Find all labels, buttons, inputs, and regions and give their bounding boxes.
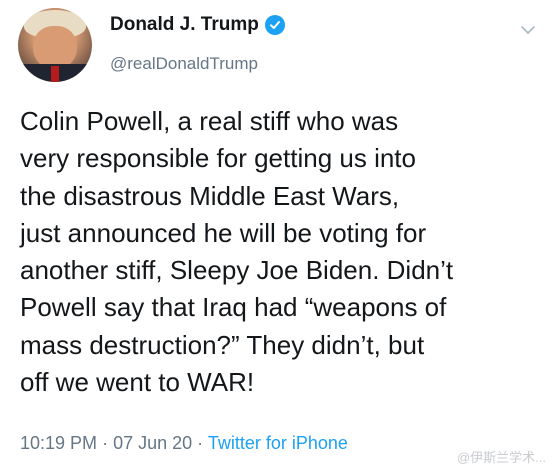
tweet-card: Donald J. Trump @realDonaldTrump Colin P… xyxy=(0,0,554,472)
meta-separator: · xyxy=(197,433,204,453)
author-handle[interactable]: @realDonaldTrump xyxy=(110,54,258,74)
author-name-row: Donald J. Trump xyxy=(110,14,285,36)
verified-badge-icon xyxy=(264,15,285,35)
tweet-meta: 10:19 PM · 07 Jun 20 · Twitter for iPhon… xyxy=(20,433,348,454)
tweet-date[interactable]: 07 Jun 20 xyxy=(113,433,192,453)
watermark: @伊斯兰学术... xyxy=(456,450,546,465)
tweet-time[interactable]: 10:19 PM xyxy=(20,433,97,453)
checkmark-icon xyxy=(269,21,280,29)
author-display-name[interactable]: Donald J. Trump xyxy=(110,14,259,36)
tweet-text: Colin Powell, a real stiff who was very … xyxy=(20,106,454,398)
chevron-down-icon[interactable] xyxy=(520,22,536,38)
avatar[interactable] xyxy=(18,8,92,82)
tweet-source-link[interactable]: Twitter for iPhone xyxy=(208,433,348,453)
avatar-tie xyxy=(51,66,59,82)
meta-separator: · xyxy=(102,433,109,453)
